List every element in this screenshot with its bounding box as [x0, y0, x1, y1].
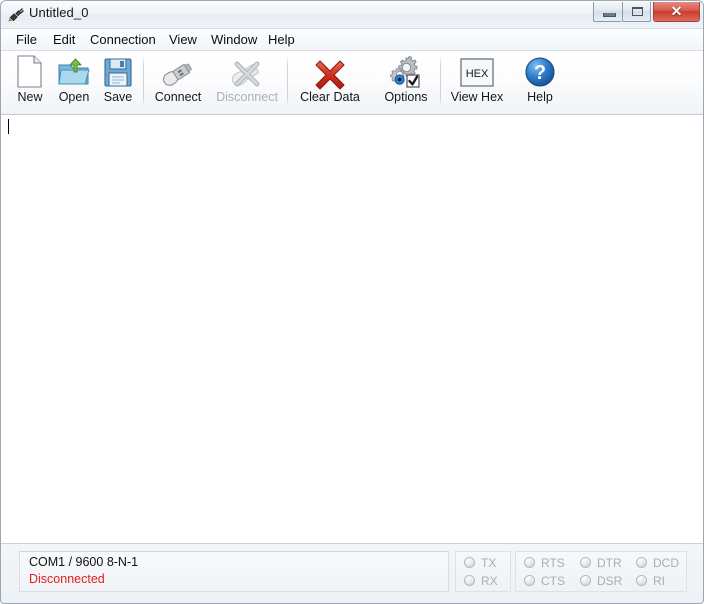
usb-plug-icon [147, 54, 209, 90]
serial-plug-icon [8, 6, 25, 23]
hex-box-icon: HEX [444, 54, 510, 90]
port-settings-label: COM1 / 9600 8-N-1 [29, 555, 139, 569]
new-button-label: New [17, 90, 43, 104]
toolbar: New Open Save Connect Disconnect Clear D… [1, 51, 703, 115]
dsr-led-icon [580, 575, 591, 586]
save-button[interactable]: Save [96, 54, 140, 111]
menu-item-connection[interactable]: Connection [85, 31, 161, 48]
help-button-label: Help [527, 90, 553, 104]
led-dcd: DCD [636, 555, 688, 571]
menu-item-edit[interactable]: Edit [48, 31, 80, 48]
status-bar: COM1 / 9600 8-N-1 Disconnected TX RX RTS… [1, 543, 703, 603]
clear-data-button[interactable]: Clear Data [291, 54, 369, 111]
disconnect-button-label: Disconnect [216, 90, 278, 104]
tx-led-label: TX [481, 556, 497, 570]
menu-item-file[interactable]: File [11, 31, 42, 48]
toolbar-separator [143, 58, 144, 106]
led-rx: RX [464, 573, 504, 589]
save-button-label: Save [103, 90, 133, 104]
menu-item-help[interactable]: Help [263, 31, 300, 48]
minimize-button[interactable] [593, 2, 622, 22]
dcd-led-label: DCD [653, 556, 679, 570]
connection-state-label: Disconnected [29, 572, 105, 586]
led-tx: TX [464, 555, 504, 571]
modem-signal-led-group: RTS CTS DTR DSR DCD RI [515, 551, 687, 592]
connect-button-label: Connect [154, 90, 202, 104]
maximize-icon [632, 7, 643, 16]
rts-led-icon [524, 557, 535, 568]
text-caret [8, 119, 9, 134]
minimize-icon [603, 13, 616, 17]
connection-status-panel: COM1 / 9600 8-N-1 Disconnected [19, 551, 449, 592]
svg-text:HEX: HEX [466, 68, 489, 80]
close-button[interactable]: ✕ [653, 2, 700, 22]
data-led-group: TX RX [455, 551, 511, 592]
led-ri: RI [636, 573, 688, 589]
title-bar: Untitled_0 ✕ [1, 1, 703, 29]
led-dtr: DTR [580, 555, 632, 571]
gears-check-icon [369, 54, 443, 90]
rts-led-label: RTS [541, 556, 565, 570]
red-x-icon [291, 54, 369, 90]
open-button-label: Open [58, 90, 90, 104]
cts-led-icon [524, 575, 535, 586]
disconnect-button[interactable]: Disconnect [209, 54, 285, 111]
new-button[interactable]: New [8, 54, 52, 111]
window-controls: ✕ [593, 2, 700, 22]
menu-item-window[interactable]: Window [206, 31, 262, 48]
view-hex-button-label: View Hex [450, 90, 504, 104]
open-folder-icon [52, 54, 96, 90]
dtr-led-icon [580, 557, 591, 568]
dsr-led-label: DSR [597, 574, 623, 588]
rx-led-label: RX [481, 574, 498, 588]
new-page-icon [8, 54, 52, 90]
close-icon: ✕ [670, 3, 683, 19]
window-title: Untitled_0 [29, 5, 89, 20]
menu-bar: File Edit Connection View Window Help [1, 29, 703, 51]
dtr-led-label: DTR [597, 556, 622, 570]
tx-led-icon [464, 557, 475, 568]
view-hex-button[interactable]: HEX View Hex [444, 54, 510, 111]
terminal-output-area[interactable] [1, 115, 703, 545]
connect-button[interactable]: Connect [147, 54, 209, 111]
cts-led-label: CTS [541, 574, 565, 588]
help-button[interactable]: ? Help [513, 54, 567, 111]
plug-x-icon [209, 54, 285, 90]
options-button-label: Options [384, 90, 428, 104]
menu-item-view[interactable]: View [164, 31, 202, 48]
toolbar-separator [287, 58, 288, 106]
ri-led-icon [636, 575, 647, 586]
ri-led-label: RI [653, 574, 665, 588]
dcd-led-icon [636, 557, 647, 568]
led-rts: RTS [524, 555, 576, 571]
open-button[interactable]: Open [52, 54, 96, 111]
svg-text:?: ? [534, 62, 546, 84]
clear-data-button-label: Clear Data [300, 90, 360, 104]
led-dsr: DSR [580, 573, 632, 589]
toolbar-separator [440, 58, 441, 106]
led-cts: CTS [524, 573, 576, 589]
options-button[interactable]: Options [369, 54, 443, 111]
maximize-button[interactable] [622, 2, 651, 22]
application-window: Untitled_0 ✕ File Edit Connection View W… [0, 0, 704, 604]
help-circle-icon: ? [513, 54, 567, 90]
save-floppy-icon [96, 54, 140, 90]
rx-led-icon [464, 575, 475, 586]
